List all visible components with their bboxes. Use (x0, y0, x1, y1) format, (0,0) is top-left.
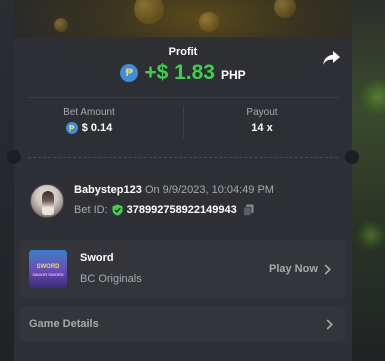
chevron-right-icon (326, 319, 333, 330)
profit-label: Profit (168, 46, 198, 58)
bet-id-value: 378992758922149943 (126, 204, 237, 216)
profit-row: ₱ +$ 1.83 PHP (14, 61, 352, 85)
bet-amount-label: Bet Amount (63, 107, 115, 118)
game-thumbnail-subtitle: SAVIOR SWORD (32, 272, 64, 277)
dashed-separator (28, 157, 338, 158)
background-left (0, 0, 14, 361)
decorative-coin (134, 0, 164, 24)
copy-icon[interactable] (242, 204, 254, 216)
profit-amount: +$ 1.83 (144, 61, 215, 84)
bet-id-line: Bet ID: 378992758922149943 (74, 204, 254, 216)
bet-info-card: Babystep123 On 9/9/2023, 10:04:49 PM Bet… (14, 162, 352, 361)
payout-value: 14 x (251, 122, 273, 134)
game-row[interactable]: SWORD SAVIOR SWORD Sword BC Originals Pl… (20, 240, 346, 298)
bet-amount-value: $ 0.14 (81, 122, 113, 134)
play-now-button[interactable]: Play Now (269, 263, 331, 275)
avatar[interactable] (30, 184, 64, 218)
decorative-coin (274, 0, 296, 18)
ticket-notch (7, 150, 21, 164)
background-foliage (356, 220, 385, 250)
payout-label: Payout (246, 107, 278, 118)
play-now-label: Play Now (269, 263, 318, 275)
game-thumbnail: SWORD SAVIOR SWORD (29, 250, 67, 288)
shield-check-icon (112, 204, 123, 216)
profit-currency: PHP (220, 67, 246, 82)
divider (27, 97, 339, 98)
bet-amount-stat: Bet Amount ₱ $ 0.14 (14, 107, 164, 134)
decorative-coin (54, 18, 68, 32)
user-line: Babystep123 On 9/9/2023, 10:04:49 PM (74, 184, 274, 196)
bet-detail-panel: Profit ₱ +$ 1.83 PHP Bet Amount ₱ $ 0.14… (7, 0, 359, 361)
ticket-notch (345, 150, 359, 164)
bet-id-label: Bet ID: (74, 204, 108, 216)
share-icon[interactable] (322, 49, 342, 67)
peso-coin-icon: ₱ (120, 64, 139, 82)
background-foliage (360, 80, 385, 114)
divider (183, 106, 184, 139)
game-thumbnail-title: SWORD (36, 264, 60, 270)
game-details-row[interactable]: Game Details (20, 307, 346, 341)
game-details-label: Game Details (29, 318, 99, 330)
game-name: Sword (80, 252, 114, 264)
decorative-coin (199, 12, 219, 32)
bet-time: On 9/9/2023, 10:04:49 PM (144, 184, 274, 196)
chevron-right-icon (324, 263, 331, 275)
peso-coin-icon: ₱ (65, 122, 78, 134)
username[interactable]: Babystep123 (74, 184, 142, 196)
game-category: BC Originals (80, 273, 142, 285)
background-right (352, 0, 385, 361)
avatar-figure (42, 191, 54, 215)
profit-card: Profit ₱ +$ 1.83 PHP Bet Amount ₱ $ 0.14… (14, 37, 352, 162)
payout-stat: Payout 14 x (187, 107, 337, 134)
